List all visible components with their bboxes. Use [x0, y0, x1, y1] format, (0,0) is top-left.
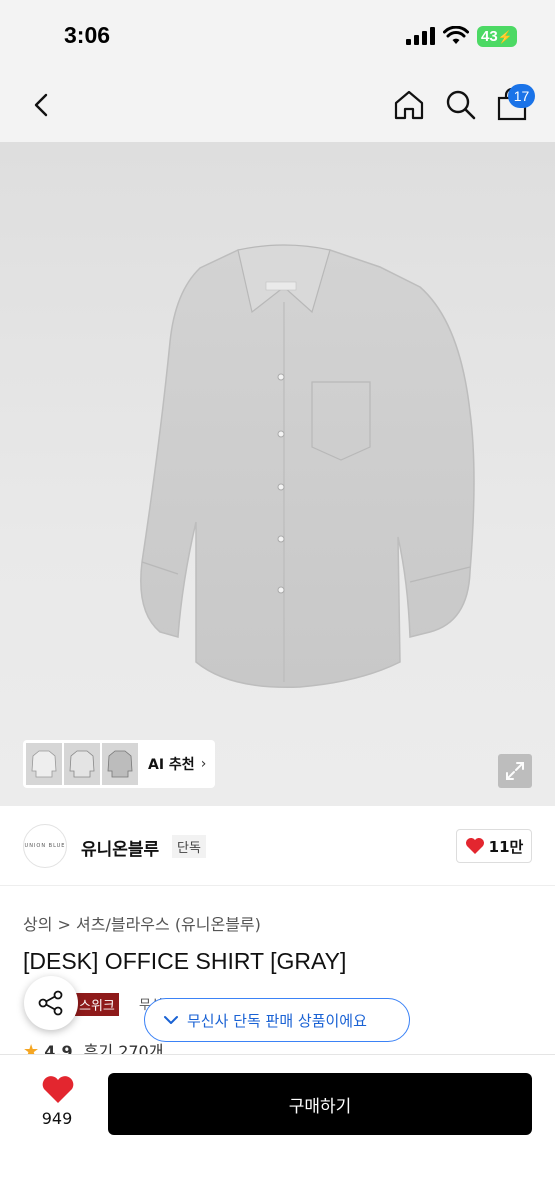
chevron-right-icon: › [200, 756, 207, 772]
exclusive-badge: 단독 [172, 835, 206, 858]
thumbnail-3[interactable] [102, 743, 138, 785]
search-icon[interactable] [444, 88, 478, 122]
status-time: 3:06 [64, 22, 111, 48]
home-icon[interactable] [392, 88, 426, 122]
toast-text: 무신사 단독 판매 상품이에요 [187, 1011, 367, 1030]
battery-indicator: 43⚡ [477, 26, 517, 47]
expand-icon[interactable] [498, 754, 532, 788]
promo-tag: 스위크 [75, 993, 119, 1016]
exclusive-toast: 무신사 단독 판매 상품이에요 [144, 998, 410, 1042]
brand-row[interactable]: UNION BLUE 유니온블루 단독 11만 [0, 806, 555, 886]
back-icon[interactable] [28, 90, 58, 120]
brand-logo[interactable]: UNION BLUE [23, 824, 67, 868]
brand-name[interactable]: 유니온블루 [81, 835, 159, 860]
thumbnail-2[interactable] [64, 743, 100, 785]
check-icon [164, 1016, 178, 1024]
share-button[interactable] [24, 976, 78, 1030]
cart-count-badge: 17 [508, 84, 535, 108]
brand-like-button[interactable]: 11만 [456, 829, 532, 863]
product-title: [DESK] OFFICE SHIRT [GRAY] [23, 948, 347, 974]
top-nav: 17 [0, 72, 555, 142]
like-count: 949 [41, 1109, 73, 1128]
brand-like-count: 11만 [488, 837, 524, 856]
wifi-icon [443, 26, 469, 44]
shirt-illustration [140, 244, 475, 689]
heart-icon [465, 838, 484, 854]
bottom-action-bar: 949 구매하기 [0, 1054, 555, 1200]
signal-icon [406, 27, 435, 45]
thumbnail-1[interactable] [26, 743, 62, 785]
buy-button[interactable]: 구매하기 [108, 1073, 532, 1135]
status-bar: 3:06 43⚡ [0, 0, 555, 72]
heart-icon[interactable] [40, 1075, 76, 1105]
breadcrumb[interactable]: 상의 > 셔츠/블라우스 (유니온블루) [23, 911, 261, 935]
product-image[interactable]: AI 추천 › [0, 142, 555, 806]
share-icon [38, 990, 63, 1016]
ai-recommend-label[interactable]: AI 추천 [148, 754, 195, 774]
thumbnail-strip[interactable]: AI 추천 › [23, 740, 215, 788]
